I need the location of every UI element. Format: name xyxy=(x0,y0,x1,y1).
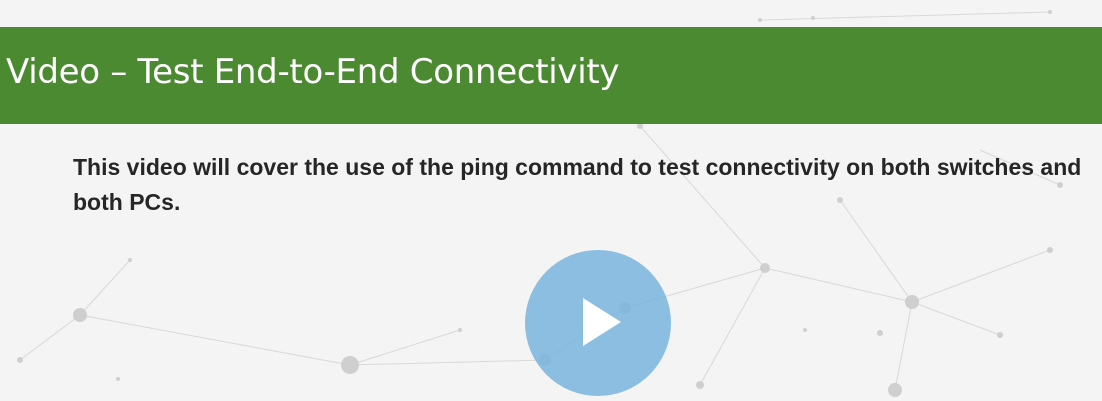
play-button[interactable] xyxy=(525,250,671,396)
video-slide: Video – Test End-to-End Connectivity Thi… xyxy=(0,0,1102,401)
slide-title: Video – Test End-to-End Connectivity xyxy=(6,52,620,92)
play-icon xyxy=(583,298,621,346)
slide-body-text: This video will cover the use of the pin… xyxy=(73,154,1082,215)
